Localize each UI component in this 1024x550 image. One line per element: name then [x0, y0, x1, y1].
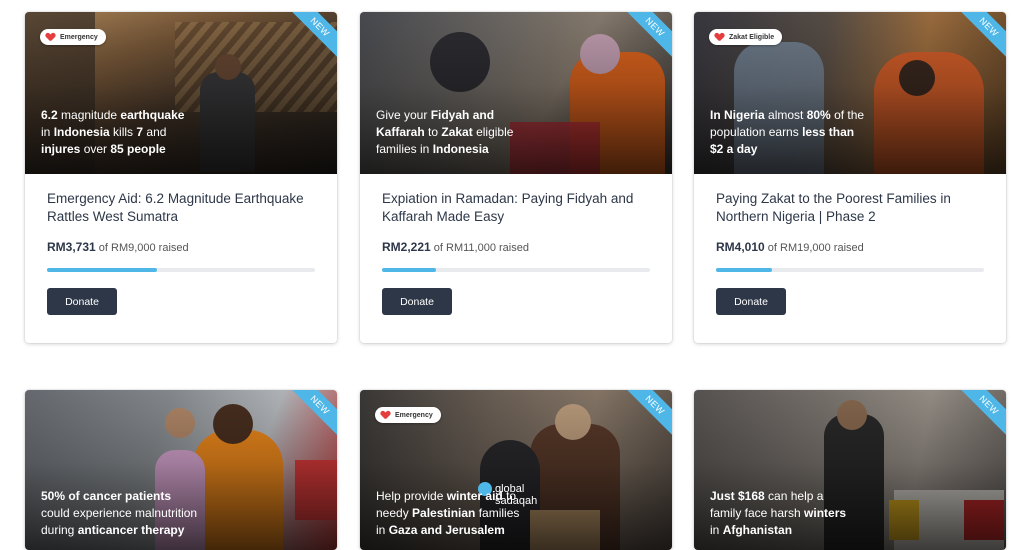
image-caption: In Nigeria almost 80% of the population …: [710, 108, 865, 156]
campaign-card-nigeria[interactable]: Zakat Eligible NEW In Nigeria almost 80%…: [694, 12, 1006, 343]
donate-button[interactable]: Donate: [716, 288, 786, 315]
progress-fill: [382, 268, 436, 272]
raised-amount: RM4,010 of RM19,000 raised: [716, 240, 864, 254]
progress-fill: [47, 268, 157, 272]
campaign-title[interactable]: Expiation in Ramadan: Paying Fidyah and …: [382, 190, 650, 228]
campaign-title[interactable]: Emergency Aid: 6.2 Magnitude Earthquake …: [47, 190, 315, 228]
image-caption: Give your Fidyah and Kaffarah to Zakat e…: [376, 108, 514, 156]
campaign-image[interactable]: NEW Give your Fidyah and Kaffarah to Zak…: [360, 12, 672, 174]
image-caption: 50% of cancer patients could experience …: [41, 489, 198, 537]
campaign-card-earthquake[interactable]: Emergency NEW 6.2 magnitude earthquake i…: [25, 12, 337, 343]
image-caption: 6.2 magnitude earthquake in Indonesia ki…: [41, 108, 185, 156]
emergency-badge: Emergency: [40, 29, 106, 45]
progress-bar: [382, 268, 650, 272]
donate-button[interactable]: Donate: [382, 288, 452, 315]
campaign-title[interactable]: Paying Zakat to the Poorest Families in …: [716, 190, 984, 228]
raised-amount: RM2,221 of RM11,000 raised: [382, 240, 529, 254]
progress-fill: [716, 268, 773, 272]
campaign-card-afghanistan[interactable]: NEW Just $168 can help a family face har…: [694, 390, 1006, 550]
image-caption: Just $168 can help a family face harsh w…: [710, 489, 847, 537]
campaign-image[interactable]: Zakat Eligible NEW In Nigeria almost 80%…: [694, 12, 1006, 174]
campaign-image[interactable]: NEW Just $168 can help a family face har…: [694, 390, 1006, 550]
campaign-card-fidyah[interactable]: NEW Give your Fidyah and Kaffarah to Zak…: [360, 12, 672, 343]
progress-bar: [47, 268, 315, 272]
campaign-card-cancer[interactable]: NEW 50% of cancer patients could experie…: [25, 390, 337, 550]
campaign-image[interactable]: Emergency NEW 6.2 magnitude earthquake i…: [25, 12, 337, 174]
heart-icon: [46, 33, 55, 42]
heart-icon: [381, 411, 390, 420]
emergency-badge: Emergency: [375, 407, 441, 423]
raised-amount: RM3,731 of RM9,000 raised: [47, 240, 189, 254]
progress-bar: [716, 268, 984, 272]
campaign-grid: Emergency NEW 6.2 magnitude earthquake i…: [0, 0, 1024, 550]
campaign-image[interactable]: NEW 50% of cancer patients could experie…: [25, 390, 337, 550]
campaign-card-palestine[interactable]: Emergency NEW global sadaqah Help provid…: [360, 390, 672, 550]
heart-icon: [715, 33, 724, 42]
campaign-image[interactable]: Emergency NEW global sadaqah Help provid…: [360, 390, 672, 550]
donate-button[interactable]: Donate: [47, 288, 117, 315]
zakat-eligible-badge: Zakat Eligible: [709, 29, 783, 45]
image-caption: Help provide winter aid to needy Palesti…: [376, 489, 520, 537]
